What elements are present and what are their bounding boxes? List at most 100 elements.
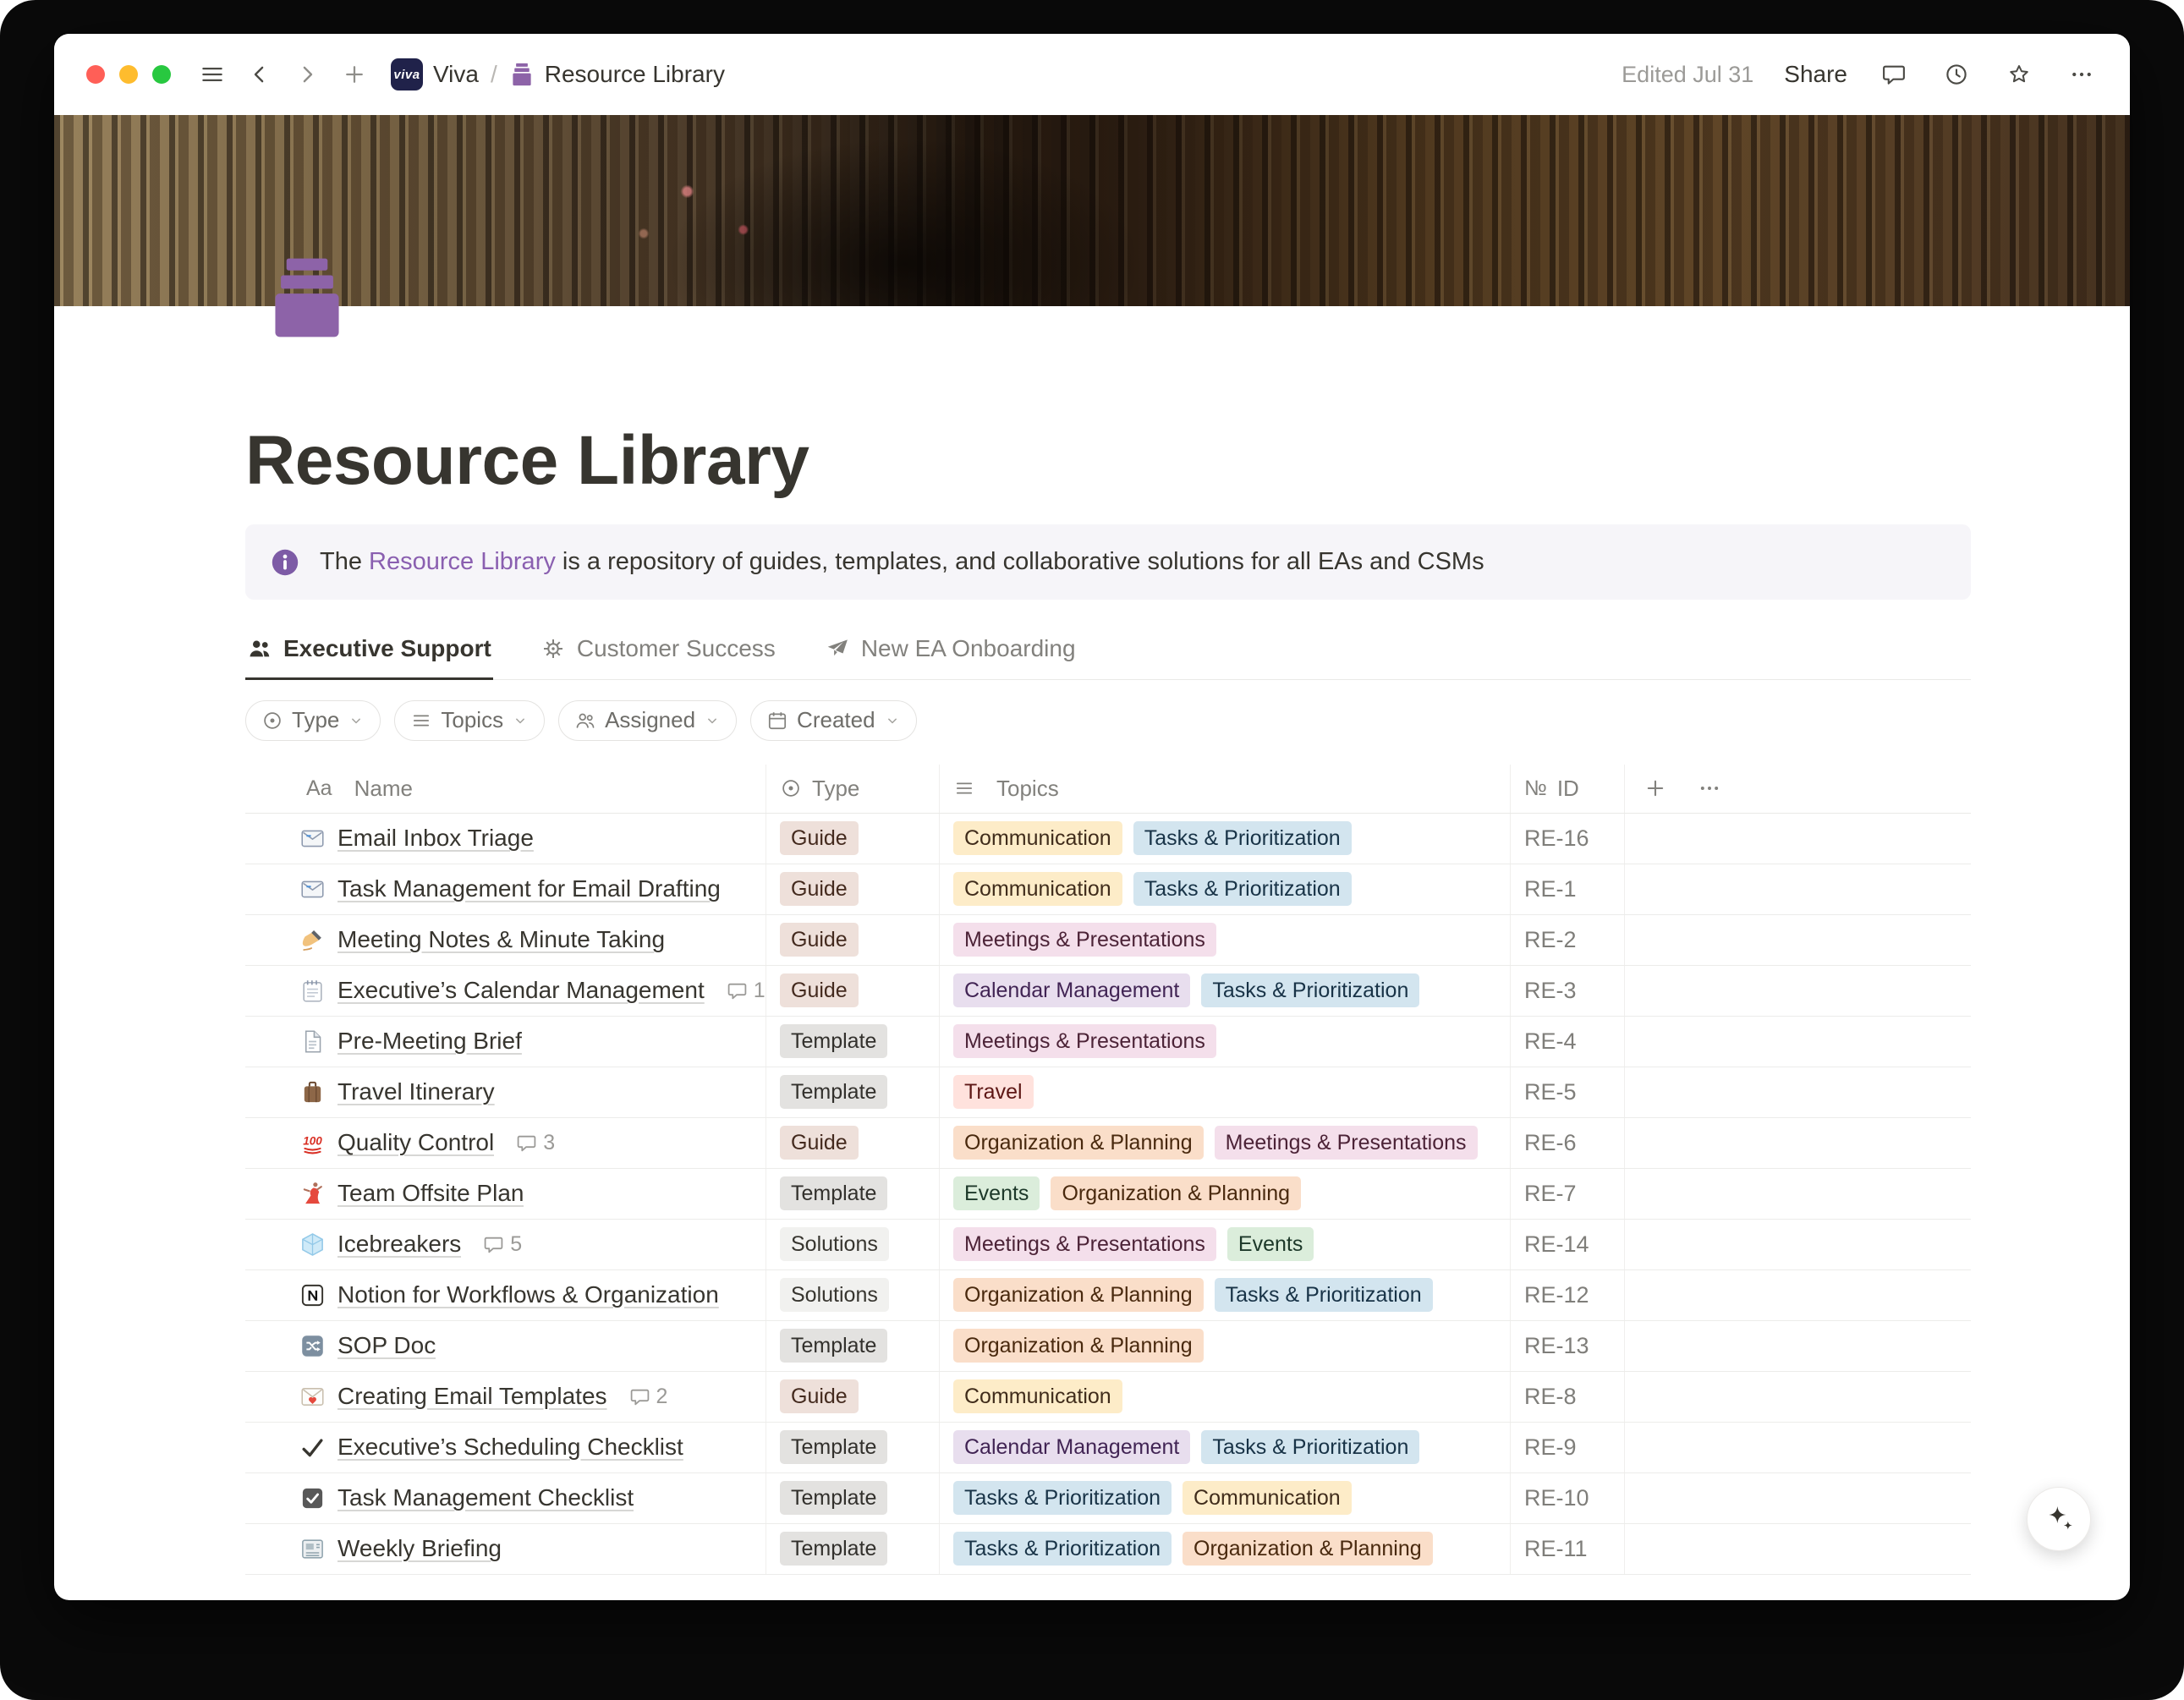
tab-executive-support[interactable]: Executive Support	[245, 630, 493, 680]
topics-cell[interactable]: Communication	[939, 1372, 1510, 1422]
topics-cell[interactable]: Meetings & PresentationsEvents	[939, 1220, 1510, 1270]
type-cell[interactable]: Template	[765, 1321, 939, 1371]
column-header-topics[interactable]: Topics	[939, 765, 1510, 813]
table-row[interactable]: Notion for Workflows & Organization Solut…	[245, 1270, 1971, 1321]
history-clock-icon[interactable]	[1940, 58, 1973, 90]
type-cell[interactable]: Template	[765, 1067, 939, 1117]
topics-cell[interactable]: CommunicationTasks & Prioritization	[939, 864, 1510, 914]
comment-count-badge[interactable]: 3	[516, 1131, 555, 1155]
topics-cell[interactable]: Meetings & Presentations	[939, 1017, 1510, 1067]
table-row[interactable]: Pre-Meeting Brief TemplateMeetings & Pres…	[245, 1017, 1971, 1067]
comment-count-badge[interactable]: 2	[629, 1385, 668, 1409]
zoom-button[interactable]	[152, 65, 171, 84]
type-cell[interactable]: Guide	[765, 1118, 939, 1168]
page-link[interactable]: Creating Email Templates	[337, 1383, 607, 1410]
topics-cell[interactable]: Travel	[939, 1067, 1510, 1117]
type-cell[interactable]: Template	[765, 1423, 939, 1472]
topics-cell[interactable]: Calendar ManagementTasks & Prioritizatio…	[939, 1423, 1510, 1472]
page-link[interactable]: Quality Control	[337, 1129, 494, 1156]
table-options-icon[interactable]	[1698, 776, 1721, 800]
filter-created[interactable]: Created	[750, 700, 917, 741]
type-cell[interactable]: Solutions	[765, 1220, 939, 1270]
page-link[interactable]: Notion for Workflows & Organization	[337, 1281, 719, 1308]
new-tab-plus-icon[interactable]	[338, 58, 370, 90]
topics-cell[interactable]: Organization & Planning	[939, 1321, 1510, 1371]
column-header-type[interactable]: Type	[765, 765, 939, 813]
page-link[interactable]: Weekly Briefing	[337, 1535, 502, 1562]
comment-count-badge[interactable]: 1	[727, 979, 765, 1003]
topics-cell[interactable]: Organization & PlanningTasks & Prioritiz…	[939, 1270, 1510, 1320]
name-cell[interactable]: Executive’s Scheduling Checklist	[245, 1423, 765, 1472]
back-arrow-icon[interactable]	[244, 58, 276, 90]
hamburger-icon[interactable]	[196, 58, 228, 90]
page-link[interactable]: Meeting Notes & Minute Taking	[337, 926, 665, 953]
table-row[interactable]: Icebreakers 5 SolutionsMeetings & Presenta…	[245, 1220, 1971, 1270]
type-cell[interactable]: Template	[765, 1524, 939, 1574]
breadcrumb-page[interactable]: Resource Library	[545, 61, 725, 88]
workspace-logo[interactable]: viva	[391, 58, 423, 90]
topics-cell[interactable]: Calendar ManagementTasks & Prioritizatio…	[939, 966, 1510, 1016]
table-row[interactable]: Travel ItineraryTemplateTravelRE-5	[245, 1067, 1971, 1118]
more-ellipsis-icon[interactable]	[2066, 58, 2098, 90]
comment-count-badge[interactable]: 5	[483, 1232, 522, 1257]
tab-customer-success[interactable]: Customer Success	[539, 630, 777, 680]
topics-cell[interactable]: CommunicationTasks & Prioritization	[939, 814, 1510, 864]
table-row[interactable]: Task Management Checklist TemplateTasks &…	[245, 1473, 1971, 1524]
name-cell[interactable]: Email Inbox Triage	[245, 814, 765, 864]
topics-cell[interactable]: Meetings & Presentations	[939, 915, 1510, 965]
page-link[interactable]: Executive’s Calendar Management	[337, 977, 705, 1004]
topics-cell[interactable]: Tasks & PrioritizationCommunication	[939, 1473, 1510, 1523]
name-cell[interactable]: Weekly Briefing	[245, 1524, 765, 1574]
type-cell[interactable]: Solutions	[765, 1270, 939, 1320]
table-row[interactable]: Weekly Briefing TemplateTasks & Prioritiz…	[245, 1524, 1971, 1575]
page-link[interactable]: Pre-Meeting Brief	[337, 1028, 522, 1055]
page-link[interactable]: Icebreakers	[337, 1231, 461, 1258]
name-cell[interactable]: Task Management for Email Drafting	[245, 864, 765, 914]
filter-assigned[interactable]: Assigned	[558, 700, 737, 741]
table-row[interactable]: Creating Email Templates2GuideCommunicat…	[245, 1372, 1971, 1423]
page-link[interactable]: Email Inbox Triage	[337, 825, 534, 852]
topics-cell[interactable]: Organization & PlanningMeetings & Presen…	[939, 1118, 1510, 1168]
name-cell[interactable]: Icebreakers 5	[245, 1220, 765, 1270]
page-link[interactable]: Travel Itinerary	[337, 1078, 495, 1105]
name-cell[interactable]: Executive’s Calendar Management 1	[245, 966, 765, 1016]
name-cell[interactable]: Team Offsite Plan	[245, 1169, 765, 1219]
type-cell[interactable]: Guide	[765, 864, 939, 914]
type-cell[interactable]: Guide	[765, 915, 939, 965]
filter-type[interactable]: Type	[245, 700, 381, 741]
name-cell[interactable]: 100Quality Control3	[245, 1118, 765, 1168]
topics-cell[interactable]: EventsOrganization & Planning	[939, 1169, 1510, 1219]
name-cell[interactable]: Notion for Workflows & Organization	[245, 1270, 765, 1320]
type-cell[interactable]: Guide	[765, 966, 939, 1016]
type-cell[interactable]: Template	[765, 1169, 939, 1219]
filter-topics[interactable]: Topics	[394, 700, 545, 741]
page-link[interactable]: Task Management Checklist	[337, 1484, 634, 1511]
resource-library-link[interactable]: Resource Library	[369, 548, 556, 575]
column-header-id[interactable]: № ID	[1510, 765, 1624, 813]
tab-new-ea-onboarding[interactable]: New EA Onboarding	[823, 630, 1078, 680]
table-row[interactable]: Team Offsite PlanTemplateEventsOrganizat…	[245, 1169, 1971, 1220]
topics-cell[interactable]: Tasks & PrioritizationOrganization & Pla…	[939, 1524, 1510, 1574]
ai-assistant-button[interactable]	[2027, 1487, 2091, 1551]
comments-icon[interactable]	[1878, 58, 1910, 90]
close-button[interactable]	[86, 65, 105, 84]
add-property-icon[interactable]	[1643, 776, 1667, 800]
type-cell[interactable]: Guide	[765, 814, 939, 864]
name-cell[interactable]: Task Management Checklist	[245, 1473, 765, 1523]
table-row[interactable]: Email Inbox Triage GuideCommunicationTask…	[245, 814, 1971, 864]
name-cell[interactable]: Meeting Notes & Minute Taking	[245, 915, 765, 965]
forward-arrow-icon[interactable]	[291, 58, 323, 90]
table-row[interactable]: 100Quality Control3GuideOrganization & P…	[245, 1118, 1971, 1169]
type-cell[interactable]: Template	[765, 1473, 939, 1523]
type-cell[interactable]: Template	[765, 1017, 939, 1067]
breadcrumb-workspace[interactable]: Viva	[433, 61, 479, 88]
name-cell[interactable]: Travel Itinerary	[245, 1067, 765, 1117]
column-header-name[interactable]: Aa Name	[245, 765, 765, 813]
table-row[interactable]: Executive’s Scheduling ChecklistTemplate…	[245, 1423, 1971, 1473]
page-link[interactable]: SOP Doc	[337, 1332, 436, 1359]
page-link[interactable]: Task Management for Email Drafting	[337, 875, 721, 902]
table-row[interactable]: Task Management for Email Drafting GuideC…	[245, 864, 1971, 915]
share-button[interactable]: Share	[1784, 61, 1847, 88]
table-row[interactable]: Executive’s Calendar Management 1GuideCal…	[245, 966, 1971, 1017]
minimize-button[interactable]	[119, 65, 138, 84]
